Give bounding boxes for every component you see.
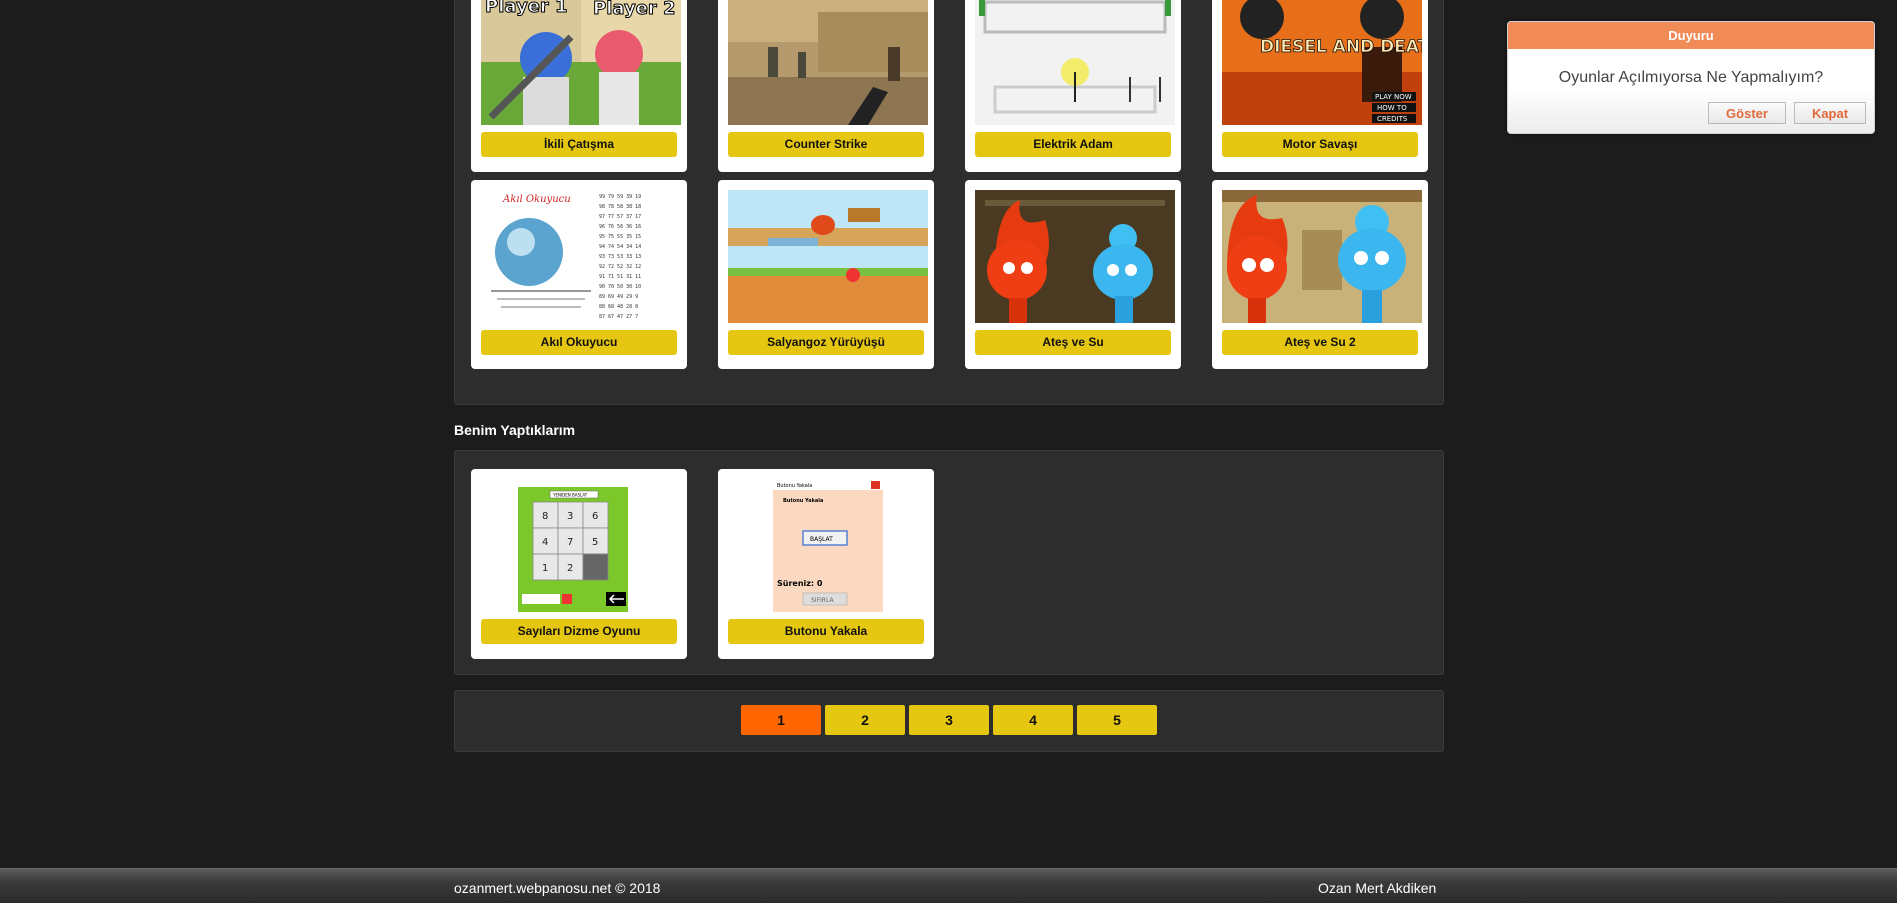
catch-button-thumbnail[interactable]: Butonu Yakala Butonu Yakala BAŞLAT Süren…: [773, 479, 883, 612]
page-link-2[interactable]: 2: [825, 705, 905, 735]
diesel-and-death-thumbnail[interactable]: DIESEL AND DEATH PLAY NOW HOW TO CREDITS: [1222, 0, 1422, 125]
counter-strike-thumbnail[interactable]: [728, 0, 928, 125]
svg-text:99 79 59 39 19: 99 79 59 39 19: [599, 194, 641, 200]
page-link-3[interactable]: 3: [909, 705, 989, 735]
close-button[interactable]: Kapat: [1794, 102, 1866, 124]
snail-thumbnail[interactable]: [728, 190, 928, 323]
game-play-button[interactable]: Butonu Yakala: [728, 619, 924, 644]
game-card[interactable]: Butonu Yakala Butonu Yakala BAŞLAT Süren…: [718, 469, 934, 659]
thumb-caption-right: Player 2: [593, 0, 676, 19]
svg-text:98 78 58 38 18: 98 78 58 38 18: [599, 204, 641, 210]
svg-text:89 69 49 29 9: 89 69 49 29 9: [599, 294, 638, 300]
page-link-1[interactable]: 1: [741, 705, 821, 735]
player-vs-player-thumbnail[interactable]: Player 1 Player 2: [481, 0, 681, 125]
game-play-button[interactable]: Ateş ve Su 2: [1222, 330, 1418, 355]
game-card[interactable]: Ateş ve Su: [965, 180, 1181, 369]
game-play-button[interactable]: Ateş ve Su: [975, 330, 1171, 355]
announcement-popup: Duyuru Oyunlar Açılmıyorsa Ne Yapmalıyım…: [1507, 21, 1875, 134]
game-play-button[interactable]: Motor Savaşı: [1222, 132, 1418, 157]
game-card[interactable]: Ateş ve Su 2: [1212, 180, 1428, 369]
svg-text:91 71 51 31 11: 91 71 51 31 11: [599, 274, 641, 280]
game-play-button[interactable]: Sayıları Dizme Oyunu: [481, 619, 677, 644]
thumb-menu-credits: CREDITS: [1377, 115, 1408, 123]
game-card[interactable]: DIESEL AND DEATH PLAY NOW HOW TO CREDITS…: [1212, 0, 1428, 172]
svg-text:94 74 54 34 14: 94 74 54 34 14: [599, 244, 641, 250]
svg-text:88 68 48 28 8: 88 68 48 28 8: [599, 304, 638, 310]
section-title-mine: Benim Yaptıklarım: [454, 422, 576, 438]
game-play-button[interactable]: İkili Çatışma: [481, 132, 677, 157]
puzzle-tile: 6: [592, 511, 598, 522]
pagination-panel: 1 2 3 4 5: [454, 690, 1444, 752]
thumb-menu-how: HOW TO: [1377, 104, 1407, 112]
my-games-panel: YENIDEN BASLAT 8 3 6 4 7 5 1 2 Sayıları …: [454, 450, 1444, 675]
fireboy-watergirl-thumbnail[interactable]: [975, 190, 1175, 323]
thumb-start-label: YENIDEN BASLAT: [552, 493, 588, 498]
game-play-button[interactable]: Salyangoz Yürüyüşü: [728, 330, 924, 355]
announcement-message: Oyunlar Açılmıyorsa Ne Yapmalıyım?: [1558, 69, 1824, 86]
page-link-5[interactable]: 5: [1077, 705, 1157, 735]
game-play-button[interactable]: Counter Strike: [728, 132, 924, 157]
game-card[interactable]: Elektrik Adam: [965, 0, 1181, 172]
announcement-title: Duyuru: [1508, 22, 1874, 49]
footer: ozanmert.webpanosu.net © 2018 Ozan Mert …: [0, 868, 1897, 903]
svg-text:87 67 47 27 7: 87 67 47 27 7: [599, 314, 638, 320]
thumb-reset-button: SIFIRLA: [811, 597, 834, 604]
thumb-caption-left: Player 1: [485, 0, 568, 17]
puzzle-tile: 3: [567, 511, 573, 522]
thumb-header: Akıl Okuyucu: [502, 194, 571, 205]
thumb-window-title: Butonu Yakala: [777, 483, 812, 489]
mind-reader-thumbnail[interactable]: Akıl Okuyucu 99 79 59 39 19 98 78 58 38 …: [481, 190, 681, 323]
footer-author: Ozan Mert Akdiken: [1318, 880, 1437, 896]
puzzle-tile: 1: [542, 563, 548, 574]
page-link-4[interactable]: 4: [993, 705, 1073, 735]
game-card[interactable]: Akıl Okuyucu 99 79 59 39 19 98 78 58 38 …: [471, 180, 687, 369]
puzzle-tile: 8: [542, 511, 548, 522]
svg-text:97 77 57 37 17: 97 77 57 37 17: [599, 214, 641, 220]
puzzle-tile: 5: [592, 537, 598, 548]
thumb-timer: Süreniz: 0: [777, 579, 823, 588]
pagination: 1 2 3 4 5: [741, 705, 1157, 735]
thumb-start-button: BAŞLAT: [810, 536, 833, 543]
game-card[interactable]: YENIDEN BASLAT 8 3 6 4 7 5 1 2 Sayıları …: [471, 469, 687, 659]
puzzle-tile: 2: [567, 563, 573, 574]
thumb-inner-title: Butonu Yakala: [783, 498, 823, 504]
game-card[interactable]: Counter Strike: [718, 0, 934, 172]
footer-copyright: ozanmert.webpanosu.net © 2018: [454, 880, 661, 896]
number-puzzle-thumbnail[interactable]: YENIDEN BASLAT 8 3 6 4 7 5 1 2: [518, 479, 628, 612]
games-panel: Player 1 Player 2 İkili Çatışma Counter …: [454, 0, 1444, 405]
svg-text:92 72 52 32 12: 92 72 52 32 12: [599, 264, 641, 270]
svg-text:93 73 53 33 13: 93 73 53 33 13: [599, 254, 641, 260]
game-card[interactable]: Player 1 Player 2 İkili Çatışma: [471, 0, 687, 172]
game-play-button[interactable]: Akıl Okuyucu: [481, 330, 677, 355]
game-play-button[interactable]: Elektrik Adam: [975, 132, 1171, 157]
puzzle-tile: 7: [567, 537, 573, 548]
electric-man-thumbnail[interactable]: [975, 0, 1175, 125]
svg-text:95 75 55 35 15: 95 75 55 35 15: [599, 234, 641, 240]
thumb-menu-play: PLAY NOW: [1375, 93, 1412, 101]
svg-text:90 70 50 30 10: 90 70 50 30 10: [599, 284, 641, 290]
fireboy-watergirl-2-thumbnail[interactable]: [1222, 190, 1422, 323]
thumb-logo: DIESEL AND DEATH: [1260, 37, 1422, 57]
puzzle-tile: 4: [542, 537, 548, 548]
show-button[interactable]: Göster: [1708, 102, 1786, 124]
game-card[interactable]: Salyangoz Yürüyüşü: [718, 180, 934, 369]
svg-text:96 76 56 36 16: 96 76 56 36 16: [599, 224, 641, 230]
